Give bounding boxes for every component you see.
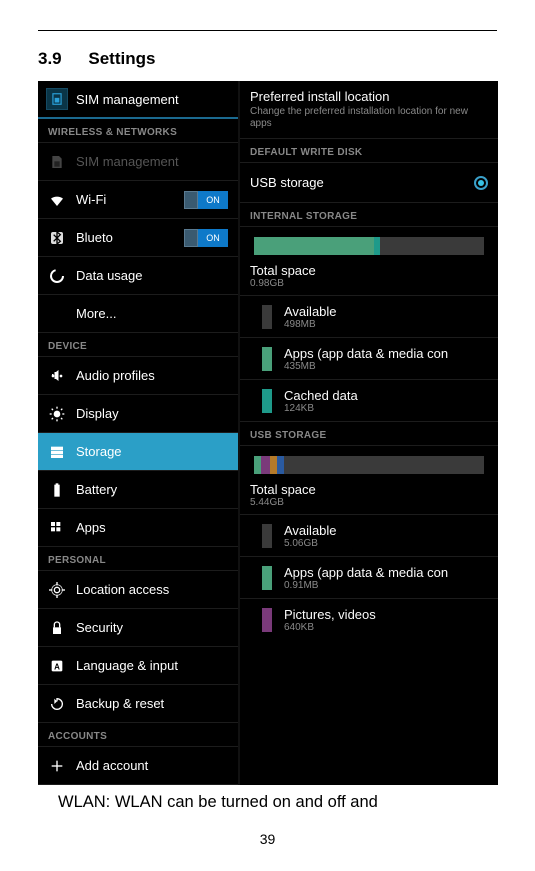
heading-number: 3.9 (38, 49, 62, 68)
page-number: 39 (0, 831, 535, 847)
item-label: More... (76, 306, 116, 321)
display-icon (48, 405, 66, 423)
blank-icon (48, 305, 66, 323)
preferred-install-location[interactable]: Preferred install location Change the pr… (240, 81, 498, 139)
total-value: 0.98GB (250, 278, 488, 289)
item-label: Blueto (76, 230, 113, 245)
internal-usage-bar (240, 227, 498, 257)
wifi-icon (48, 191, 66, 209)
internal-storage-header: INTERNAL STORAGE (240, 203, 498, 227)
item-label: Data usage (76, 268, 143, 283)
item-label: Security (76, 620, 123, 635)
section-device-header: DEVICE (38, 333, 238, 357)
item-data-usage[interactable]: Data usage (38, 257, 238, 295)
default-write-disk-header: DEFAULT WRITE DISK (240, 139, 498, 163)
settings-left-pane: SIM management WIRELESS & NETWORKS SIM m… (38, 81, 238, 785)
internal-apps-data[interactable]: Apps (app data & media con 435MB (240, 338, 498, 380)
total-label: Total space (250, 482, 488, 497)
body-paragraph: WLAN: WLAN can be turned on and off and (58, 793, 497, 812)
item-label: Add account (76, 758, 148, 773)
item-wifi[interactable]: Wi-Fi ON (38, 181, 238, 219)
item-label: Location access (76, 582, 169, 597)
storage-icon (48, 443, 66, 461)
bluetooth-toggle[interactable]: ON (184, 229, 228, 247)
pref-sub: Change the preferred installation locati… (250, 106, 488, 130)
section-personal-header: PERSONAL (38, 547, 238, 571)
item-label: Backup & reset (76, 696, 164, 711)
item-label: Display (76, 406, 119, 421)
item-bluetooth[interactable]: Blueto ON (38, 219, 238, 257)
radio-icon (474, 176, 488, 190)
item-language-input[interactable]: A Language & input (38, 647, 238, 685)
usb-apps-data[interactable]: Apps (app data & media con 0.91MB (240, 557, 498, 599)
language-icon: A (48, 657, 66, 675)
section-accounts-header: ACCOUNTS (38, 723, 238, 747)
item-label: SIM management (76, 154, 179, 169)
item-label: Storage (76, 444, 122, 459)
data-usage-icon (48, 267, 66, 285)
item-storage[interactable]: Storage (38, 433, 238, 471)
title-bar-label: SIM management (76, 92, 179, 107)
backup-icon (48, 695, 66, 713)
section-wireless-header: WIRELESS & NETWORKS (38, 119, 238, 143)
settings-screenshot: SIM management WIRELESS & NETWORKS SIM m… (38, 81, 498, 785)
total-value: 5.44GB (250, 497, 488, 508)
internal-total: Total space 0.98GB (240, 257, 498, 296)
total-label: Total space (250, 263, 488, 278)
item-add-account[interactable]: Add account (38, 747, 238, 785)
item-location-access[interactable]: Location access (38, 571, 238, 609)
usb-storage-radio[interactable]: USB storage (240, 163, 498, 203)
section-heading: 3.9 Settings (38, 49, 497, 69)
usb-total: Total space 5.44GB (240, 476, 498, 515)
plus-icon (48, 757, 66, 775)
item-apps[interactable]: Apps (38, 509, 238, 547)
item-backup-reset[interactable]: Backup & reset (38, 685, 238, 723)
item-label: Language & input (76, 658, 178, 673)
item-security[interactable]: Security (38, 609, 238, 647)
usb-storage-header: USB STORAGE (240, 422, 498, 446)
item-label: Audio profiles (76, 368, 155, 383)
audio-icon (48, 367, 66, 385)
item-label: Battery (76, 482, 117, 497)
radio-label: USB storage (250, 175, 474, 190)
lock-icon (48, 619, 66, 637)
item-audio-profiles[interactable]: Audio profiles (38, 357, 238, 395)
location-icon (48, 581, 66, 599)
item-sim-management[interactable]: SIM management (38, 143, 238, 181)
title-bar: SIM management (38, 81, 238, 119)
item-more[interactable]: More... (38, 295, 238, 333)
usb-pictures[interactable]: Pictures, videos 640KB (240, 599, 498, 641)
internal-available[interactable]: Available 498MB (240, 296, 498, 338)
usb-usage-bar (240, 446, 498, 476)
internal-cached[interactable]: Cached data 124KB (240, 380, 498, 422)
usb-available[interactable]: Available 5.06GB (240, 515, 498, 557)
sim-icon (48, 153, 66, 171)
svg-text:A: A (54, 662, 60, 671)
item-label: Apps (76, 520, 106, 535)
heading-title: Settings (88, 49, 155, 68)
bluetooth-icon (48, 229, 66, 247)
apps-icon (48, 519, 66, 537)
item-display[interactable]: Display (38, 395, 238, 433)
settings-right-pane: Preferred install location Change the pr… (238, 81, 498, 785)
wifi-toggle[interactable]: ON (184, 191, 228, 209)
sim-icon (46, 88, 68, 110)
pref-title: Preferred install location (250, 89, 488, 104)
item-battery[interactable]: Battery (38, 471, 238, 509)
battery-icon (48, 481, 66, 499)
item-label: Wi-Fi (76, 192, 106, 207)
